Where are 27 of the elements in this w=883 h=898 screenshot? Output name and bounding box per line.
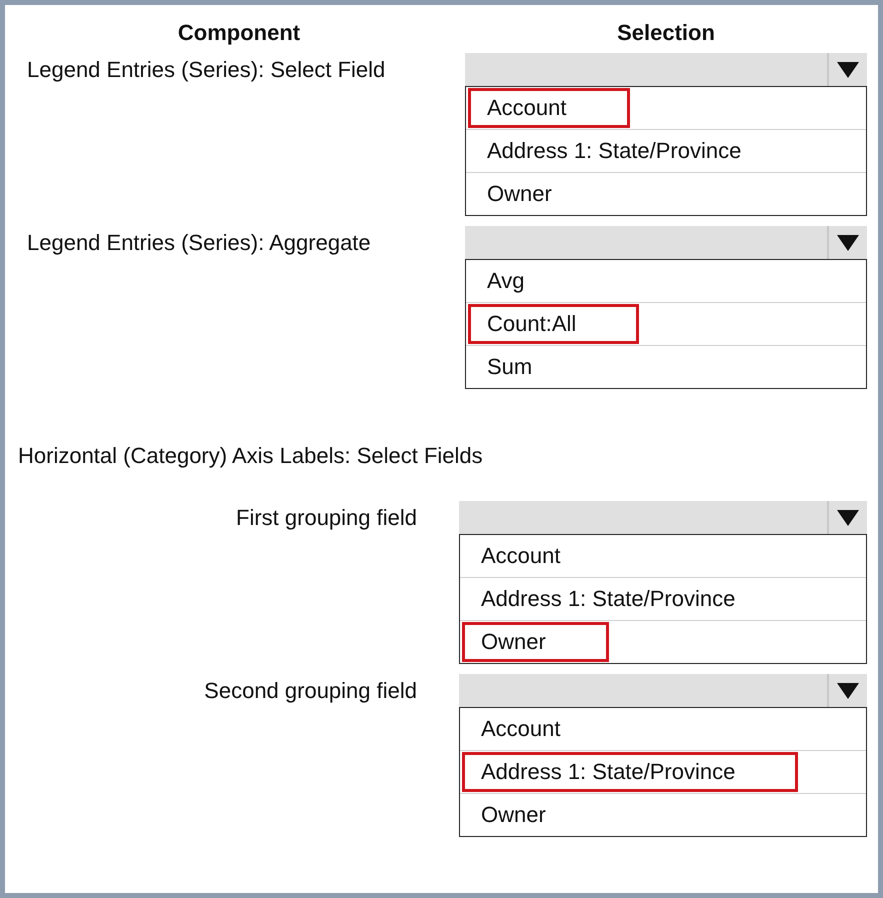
field-label: Second grouping field bbox=[203, 676, 418, 705]
field-label: First grouping field bbox=[235, 504, 418, 532]
list-option[interactable]: Owner bbox=[462, 622, 609, 662]
dropdown[interactable] bbox=[465, 226, 867, 259]
caret-icon bbox=[837, 234, 859, 250]
list-option[interactable]: Address 1: State/Province bbox=[462, 752, 798, 792]
column-header: Component bbox=[176, 20, 302, 46]
list-option[interactable]: Owner bbox=[468, 174, 615, 214]
section-heading: Horizontal (Category) Axis Labels: Select Fields bbox=[17, 442, 484, 470]
dropdown[interactable] bbox=[459, 501, 867, 534]
list-option[interactable]: Owner bbox=[462, 795, 609, 835]
field-label: Legend Entries (Series): Select Field bbox=[26, 56, 386, 84]
caret-icon bbox=[837, 510, 859, 526]
list-option[interactable]: Count:All bbox=[468, 304, 640, 344]
list-option[interactable]: Sum bbox=[468, 347, 596, 387]
list-option[interactable]: Address 1: State/Province bbox=[462, 579, 798, 619]
caret-icon bbox=[837, 62, 859, 78]
dropdown[interactable] bbox=[465, 53, 867, 86]
list-option[interactable]: Account bbox=[462, 536, 624, 576]
list-option[interactable]: Account bbox=[462, 709, 624, 749]
list-option[interactable]: Account bbox=[468, 88, 630, 128]
caret-icon bbox=[837, 682, 859, 698]
list-option[interactable]: Avg bbox=[468, 261, 588, 301]
list-option[interactable]: Address 1: State/Province bbox=[468, 131, 804, 171]
column-header: Selection bbox=[616, 20, 716, 46]
field-label: Legend Entries (Series): Aggregate bbox=[26, 228, 372, 257]
dropdown[interactable] bbox=[459, 674, 867, 707]
